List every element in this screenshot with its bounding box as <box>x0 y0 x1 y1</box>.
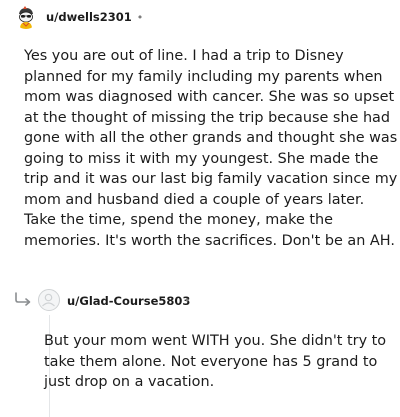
reply-line: just drop on a vacation. <box>44 374 215 390</box>
avatar[interactable] <box>14 5 38 29</box>
reply-line: take them alone. Not everyone has 5 gran… <box>44 353 378 370</box>
reply-line: But your mom went WITH you. She didn't t… <box>44 333 387 349</box>
reply-arrow-icon <box>15 292 31 306</box>
separator-dot: • <box>184 294 191 307</box>
comment-line: Yes you are out of line. I had a trip to… <box>24 48 344 64</box>
comment-line: Take the time, spend the money, make the <box>24 212 333 228</box>
comment-header: u/dwells2301 • <box>14 4 143 30</box>
separator-dot: • <box>136 10 144 24</box>
reply-username[interactable]: u/Glad-Course5803 <box>67 294 190 308</box>
comment-line: going to miss it with my youngest. She m… <box>24 150 379 167</box>
comment-line: gone with all the other grands and thoug… <box>24 130 398 146</box>
comment-username[interactable]: u/dwells2301 <box>46 10 132 24</box>
default-avatar-icon <box>42 293 55 307</box>
snoo-avatar-icon <box>14 5 38 29</box>
default-avatar-icon[interactable] <box>38 289 60 311</box>
comment-line: mom was diagnosed with cancer. She was s… <box>24 89 395 105</box>
reply-body: But your mom went WITH you. She didn't t… <box>44 331 394 393</box>
comment-line: planned for my family including my paren… <box>24 68 383 85</box>
comment-line: trip and it was our last big family vaca… <box>24 171 398 187</box>
comment-line: memories. It's worth the sacrifices. Don… <box>24 232 395 249</box>
comment-line: mom and husband died a couple of years l… <box>24 191 365 208</box>
comment-line: at the thought of missing the trip becau… <box>24 109 391 126</box>
comment-body: Yes you are out of line. I had a trip to… <box>24 46 398 251</box>
